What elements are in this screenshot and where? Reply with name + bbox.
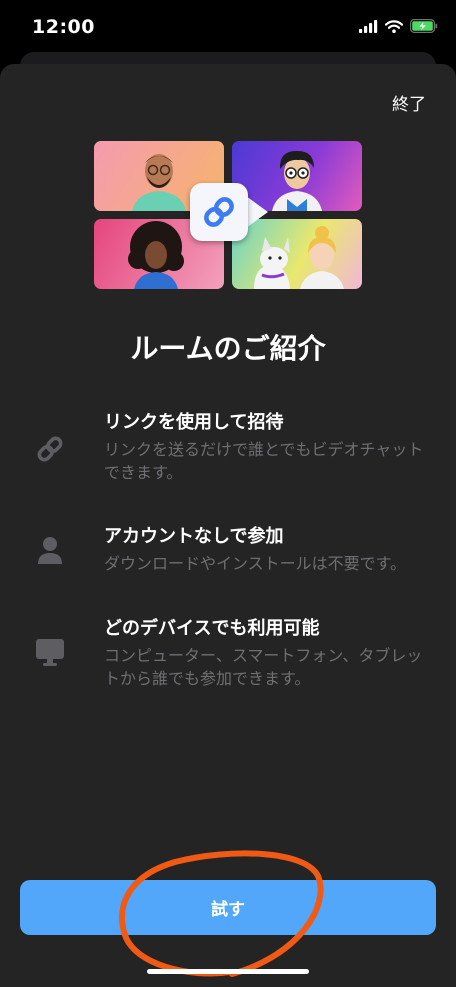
wifi-icon (385, 19, 403, 33)
feature-title: リンクを使用して招待 (104, 412, 284, 433)
participant-tile-4 (232, 219, 362, 289)
feature-title: どのデバイスでも利用可能 (104, 618, 320, 639)
video-link-icon (190, 183, 248, 241)
person-icon (38, 537, 62, 564)
feature-description: リンクを送るだけで誰とでもビデオチャットできます。 (104, 440, 424, 482)
rooms-intro-sheet: 終了 ルームのご紹介 リンクを使用して招待 リンクを送るだけで誰とでもビデオチャ… (0, 64, 456, 987)
try-button[interactable]: 試す (20, 880, 436, 935)
page-title: ルームのご紹介 (130, 332, 326, 365)
signal-icon (359, 19, 378, 33)
done-button[interactable]: 終了 (392, 90, 426, 115)
feature-no-account: アカウントなしで参加 ダウンロードやインストールは不要です。 (0, 522, 456, 582)
status-bar: 12:00 (0, 0, 456, 56)
feature-title: アカウントなしで参加 (104, 526, 284, 547)
feature-description: コンピューター、スマートフォン、タブレットから誰でも参加できます。 (104, 646, 423, 688)
status-time: 12:00 (32, 16, 95, 38)
camera-notch (246, 196, 268, 228)
link-icon (37, 436, 63, 462)
battery-charging-icon (410, 19, 438, 33)
status-icons (359, 19, 438, 33)
hero-illustration (94, 141, 362, 289)
monitor-icon (36, 639, 64, 666)
feature-description: ダウンロードやインストールは不要です。 (104, 554, 407, 573)
feature-any-device: どのデバイスでも利用可能 コンピューター、スマートフォン、タブレットから誰でも参… (0, 614, 456, 694)
feature-invite-link: リンクを使用して招待 リンクを送るだけで誰とでもビデオチャットできます。 (0, 408, 456, 488)
home-indicator (147, 969, 309, 974)
